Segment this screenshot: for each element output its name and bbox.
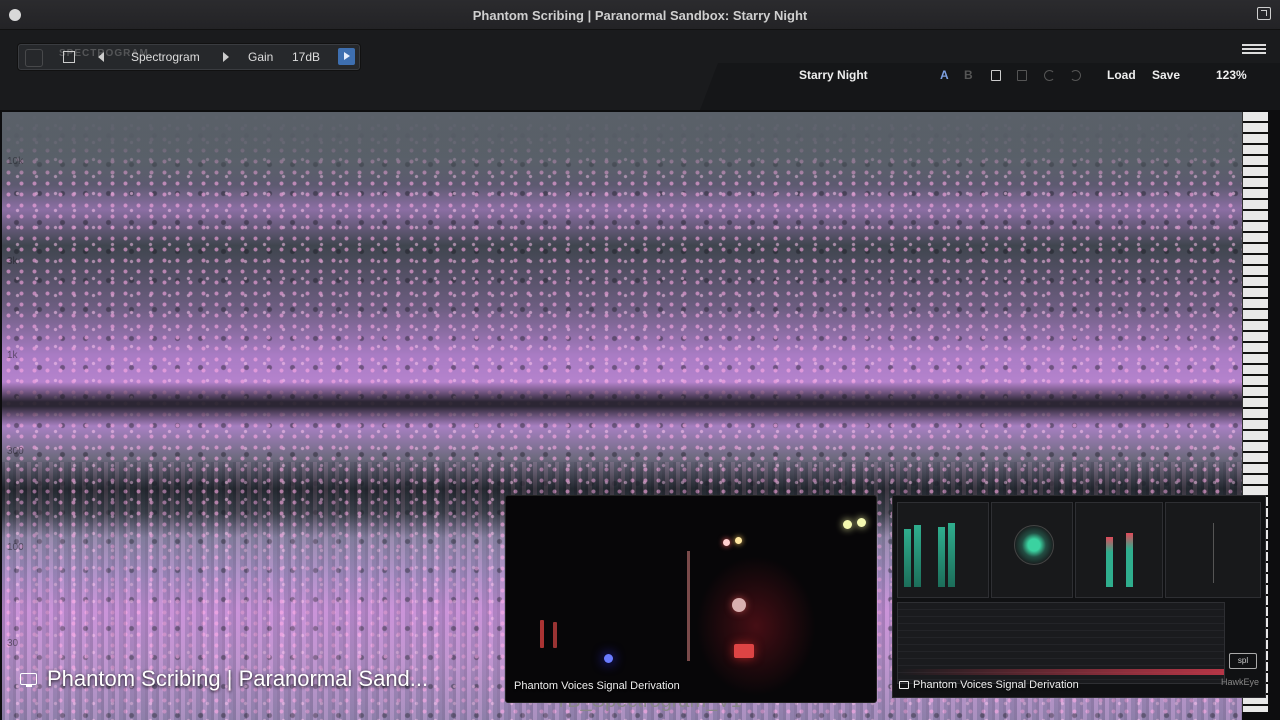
light-dot	[553, 622, 557, 648]
camera-stand	[687, 551, 690, 661]
preset-bar	[700, 63, 1280, 110]
history-trace	[898, 669, 1224, 675]
light-dot	[735, 537, 742, 544]
correlation-bar	[1126, 533, 1133, 587]
window-title: Phantom Scribing | Paranormal Sandbox: S…	[472, 8, 808, 23]
monitor-icon	[899, 681, 909, 689]
correlation-panel	[1075, 502, 1163, 598]
redo-icon[interactable]	[1070, 70, 1081, 81]
hawkeye-logo: HawkEye	[1220, 677, 1259, 687]
ab-a-button[interactable]: A	[940, 68, 949, 82]
hamburger-menu-icon[interactable]	[1242, 44, 1266, 54]
camera-red-glow	[696, 556, 816, 696]
spectrogram-dark-band	[2, 382, 1242, 426]
monitor-icon	[20, 673, 37, 687]
logo-badge-icon	[25, 49, 43, 67]
preset-name[interactable]: Starry Night	[799, 68, 868, 82]
phase-scope	[1014, 525, 1054, 565]
phase-scope-panel	[991, 502, 1073, 598]
freq-label: 30	[7, 638, 19, 649]
freq-label: 300	[7, 446, 24, 457]
light-dot	[723, 539, 730, 546]
camera-feed[interactable]: Phantom Voices Signal Derivation	[505, 495, 877, 703]
window-titlebar: Phantom Scribing | Paranormal Sandbox: S…	[0, 0, 1280, 30]
meter-caption: Phantom Voices Signal Derivation	[899, 679, 1079, 691]
paste-icon[interactable]	[1017, 70, 1027, 81]
next-view-icon[interactable]	[223, 52, 229, 62]
ab-b-button[interactable]: B	[964, 68, 973, 82]
level-meter-panel	[897, 502, 989, 598]
gain-value[interactable]: 17dB	[292, 50, 320, 64]
level-bar	[914, 525, 921, 587]
light-dot	[734, 644, 754, 658]
view-control-pill: SPECTROGRAM Spectrogram Gain 17dB	[18, 44, 360, 70]
spectrogram-high-band	[2, 112, 1242, 182]
freq-label: 1k	[7, 350, 18, 361]
light-dot	[857, 518, 866, 527]
camera-caption: Phantom Voices Signal Derivation	[514, 680, 680, 692]
undo-icon[interactable]	[1044, 70, 1055, 81]
crop-icon[interactable]	[63, 51, 75, 63]
save-button[interactable]: Save	[1152, 68, 1180, 82]
correlation-bar	[1106, 537, 1113, 587]
stream-caption: Phantom Scribing | Paranormal Sand...	[20, 666, 428, 692]
light-dot	[843, 520, 852, 529]
meter-window[interactable]: spl HawkEye Phantom Voices Signal Deriva…	[892, 495, 1266, 698]
freq-label: 10k	[7, 156, 24, 167]
level-bar	[904, 529, 911, 587]
gain-label: Gain	[248, 50, 274, 64]
play-button[interactable]	[338, 48, 355, 65]
freq-label: 100	[7, 542, 24, 553]
zoom-level[interactable]: 123%	[1216, 68, 1247, 82]
copy-icon[interactable]	[991, 70, 1001, 81]
level-bar	[948, 523, 955, 587]
fullscreen-icon[interactable]	[1257, 7, 1271, 20]
vectorscope-axis	[1213, 523, 1214, 583]
meter-caption-text: Phantom Voices Signal Derivation	[913, 679, 1079, 691]
freq-label: 3k	[7, 256, 18, 267]
spl-logo: spl	[1229, 653, 1257, 669]
light-dot	[604, 654, 613, 663]
stream-caption-text: Phantom Scribing | Paranormal Sand...	[47, 666, 429, 691]
level-bar	[938, 527, 945, 587]
light-dot	[540, 620, 544, 648]
vectorscope-panel	[1165, 502, 1261, 598]
plugin-header: SPECTROGRAM Spectrogram Gain 17dB	[0, 30, 1280, 110]
view-selector[interactable]: Spectrogram	[131, 50, 200, 64]
history-graph	[897, 602, 1225, 684]
load-button[interactable]: Load	[1107, 68, 1136, 82]
light-dot	[732, 598, 746, 612]
prev-view-icon[interactable]	[98, 52, 104, 62]
